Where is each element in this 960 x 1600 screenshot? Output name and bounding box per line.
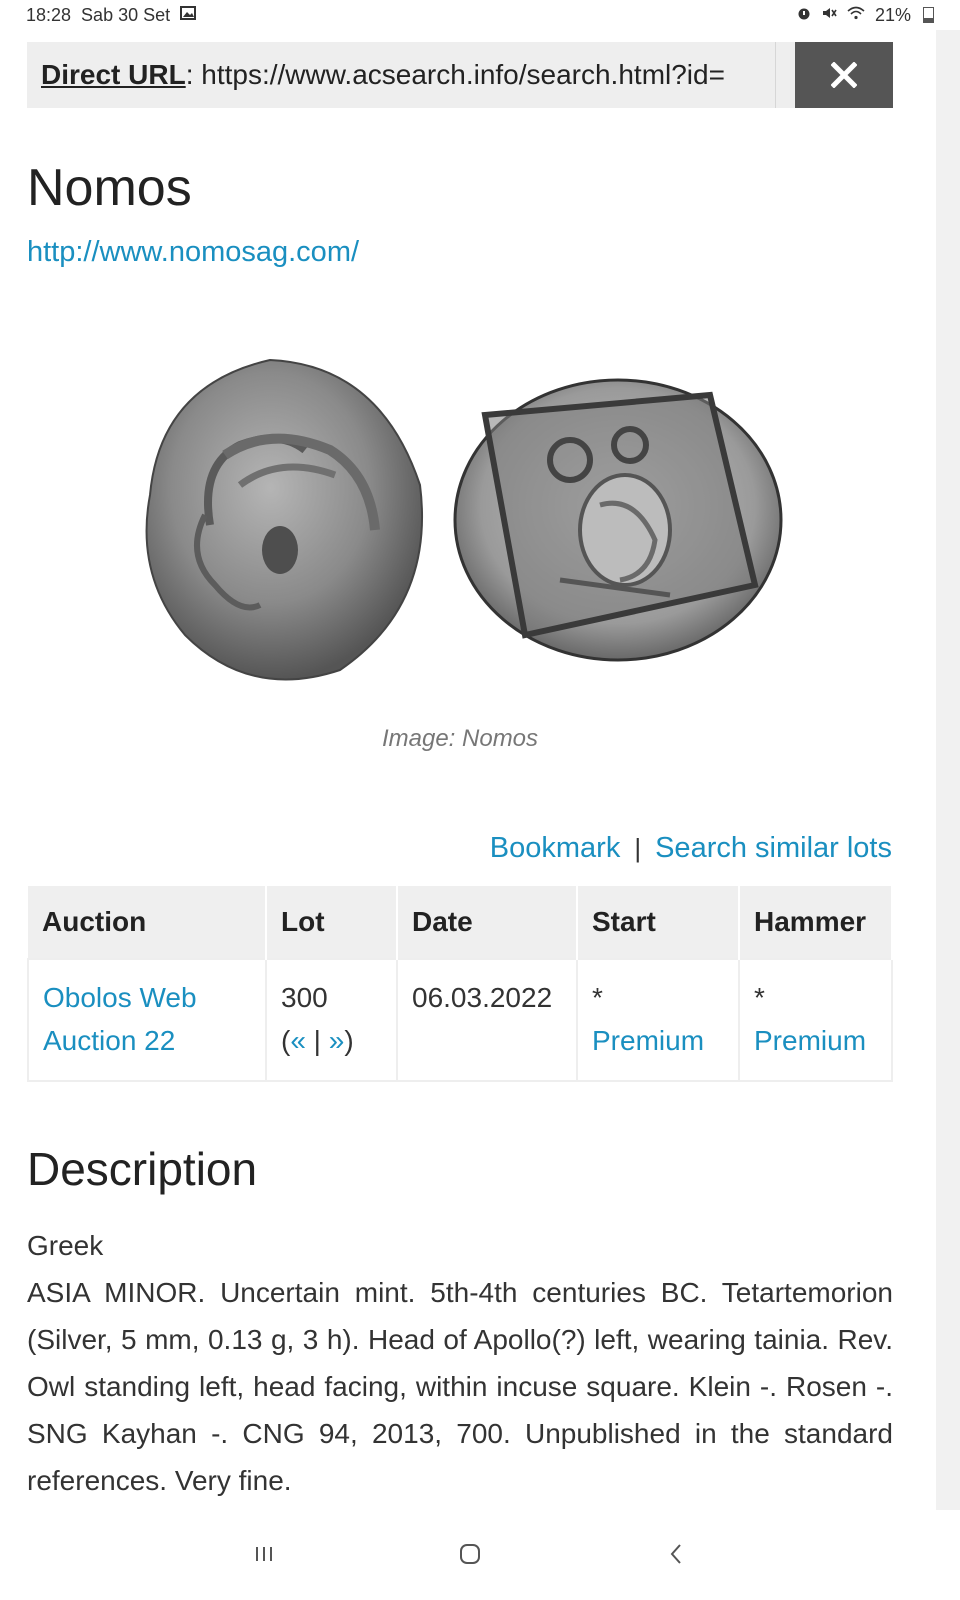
alarm-icon	[797, 5, 811, 26]
column-header-date: Date	[397, 886, 578, 959]
next-lot-link[interactable]: »	[329, 1025, 345, 1056]
lot-table: Auction Lot Date Start Hammer Obolos Web…	[27, 886, 893, 1082]
wifi-icon	[847, 6, 865, 25]
status-bar: 18:28 Sab 30 Set 21%	[0, 0, 960, 30]
status-time: 18:28	[26, 4, 72, 25]
description-heading: Description	[27, 1143, 258, 1195]
gallery-icon	[180, 5, 197, 26]
hammer-premium-link[interactable]: Premium	[754, 1025, 866, 1056]
description-body: Greek ASIA MINOR. Uncertain mint. 5th-4t…	[27, 1222, 893, 1504]
table-header-row: Auction Lot Date Start Hammer	[28, 886, 893, 959]
home-icon	[460, 1544, 480, 1564]
lot-nav-separator: |	[305, 1025, 329, 1056]
direct-url-bar: Direct URL: https://www.acsearch.info/se…	[27, 42, 893, 108]
cell-auction: Obolos Web Auction 22	[27, 958, 267, 1082]
direct-url-label: Direct URL	[41, 59, 186, 90]
status-date: Sab 30 Set	[81, 4, 171, 25]
direct-url-value: : https://www.acsearch.info/search.html?…	[185, 59, 725, 90]
cell-lot: 300 (« | »)	[265, 958, 398, 1082]
actions-separator: |	[634, 833, 642, 863]
site-link[interactable]: http://www.nomosag.com/	[27, 236, 359, 269]
lot-number: 300	[281, 982, 328, 1013]
lot-nav: (« | »)	[281, 1025, 354, 1056]
close-button[interactable]	[795, 42, 893, 108]
lot-actions: Bookmark | Search similar lots	[490, 832, 892, 865]
bookmark-link[interactable]: Bookmark	[490, 832, 621, 865]
cell-hammer: * Premium	[738, 958, 893, 1082]
coin-image[interactable]	[130, 355, 790, 695]
column-header-auction: Auction	[28, 886, 267, 959]
home-button[interactable]	[450, 1536, 490, 1572]
coin-obverse	[145, 358, 424, 681]
recent-apps-button[interactable]	[244, 1536, 284, 1572]
page-title: Nomos	[27, 159, 192, 217]
system-navigation-bar	[0, 1510, 960, 1600]
battery-icon	[923, 7, 934, 23]
close-icon	[831, 62, 857, 88]
auction-link[interactable]: Obolos Web Auction 22	[43, 982, 197, 1056]
back-button[interactable]	[656, 1536, 696, 1572]
start-premium-link[interactable]: Premium	[592, 1025, 704, 1056]
image-caption: Image: Nomos	[381, 725, 539, 752]
previous-lot-link[interactable]: «	[290, 1025, 306, 1056]
start-asterisk: *	[592, 982, 603, 1013]
recent-apps-icon	[256, 1547, 272, 1561]
direct-url-text[interactable]: Direct URL: https://www.acsearch.info/se…	[27, 59, 771, 91]
cell-start: * Premium	[576, 958, 740, 1082]
page-edge	[936, 30, 960, 1540]
url-divider	[775, 42, 776, 108]
column-header-hammer: Hammer	[739, 886, 893, 959]
description-text: ASIA MINOR. Uncertain mint. 5th-4th cent…	[27, 1277, 893, 1496]
hammer-asterisk: *	[754, 982, 765, 1013]
description-category: Greek	[27, 1230, 104, 1261]
battery-percent: 21%	[874, 4, 911, 25]
search-similar-link[interactable]: Search similar lots	[655, 832, 892, 865]
coin-reverse	[453, 378, 783, 662]
cell-date: 06.03.2022	[396, 958, 578, 1082]
table-row: Obolos Web Auction 22 300 (« | ») 06.03.…	[27, 958, 893, 1082]
mute-icon	[821, 5, 837, 26]
back-icon	[670, 1544, 681, 1564]
column-header-lot: Lot	[266, 886, 398, 959]
column-header-start: Start	[577, 886, 740, 959]
